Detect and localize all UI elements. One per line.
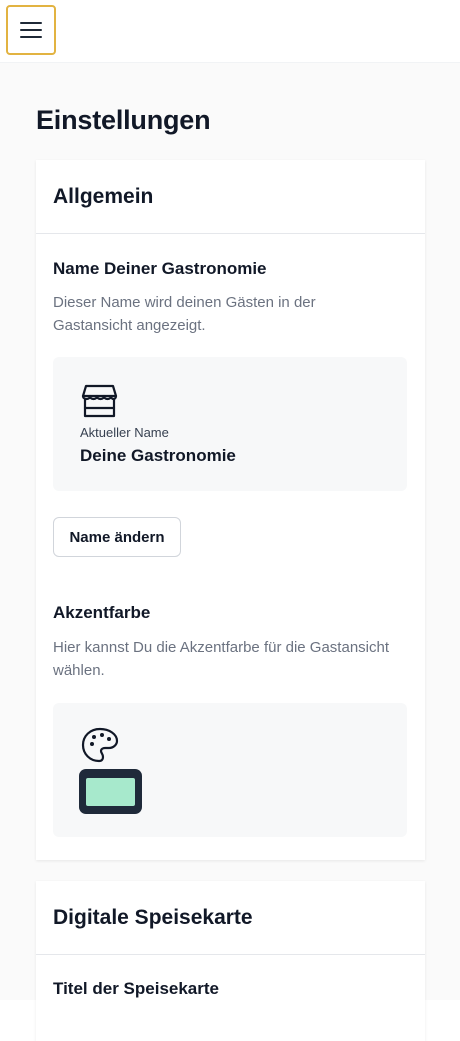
menu-title-label: Titel der Speisekarte: [53, 979, 219, 998]
store-icon: [81, 384, 118, 418]
top-bar: [0, 0, 460, 63]
hamburger-menu-icon: [20, 22, 42, 38]
accent-color-description: Hier kannst Du die Akzentfarbe für die G…: [53, 639, 390, 679]
change-name-button[interactable]: Name ändern: [53, 517, 181, 557]
restaurant-name-description: Dieser Name wird deinen Gästen in der Ga…: [53, 294, 316, 334]
settings-content: Einstellungen Allgemein Name Deiner Gast…: [0, 63, 460, 1041]
accent-color-panel: [53, 703, 407, 837]
general-settings-card: Allgemein Name Deiner Gastronomie Dieser…: [36, 160, 425, 860]
accent-color-title: Akzentfarbe: [53, 603, 151, 622]
card-header: Allgemein: [36, 160, 425, 234]
restaurant-name-title: Name Deiner Gastronomie: [53, 259, 267, 278]
page-title: Einstellungen: [36, 105, 211, 135]
card-header: Digitale Speisekarte: [36, 881, 425, 955]
digital-menu-card: Digitale Speisekarte Titel der Speisekar…: [36, 881, 425, 1041]
palette-icon: [81, 727, 119, 763]
current-name-value: Deine Gastronomie: [80, 446, 236, 465]
menu-button[interactable]: [6, 5, 56, 55]
accent-color-swatch[interactable]: [79, 769, 142, 814]
current-name-panel: Aktueller Name Deine Gastronomie: [53, 357, 407, 491]
current-name-label: Aktueller Name: [80, 425, 169, 440]
accent-color-fill: [86, 777, 135, 806]
general-heading: Allgemein: [53, 184, 154, 208]
digital-menu-heading: Digitale Speisekarte: [53, 905, 253, 929]
